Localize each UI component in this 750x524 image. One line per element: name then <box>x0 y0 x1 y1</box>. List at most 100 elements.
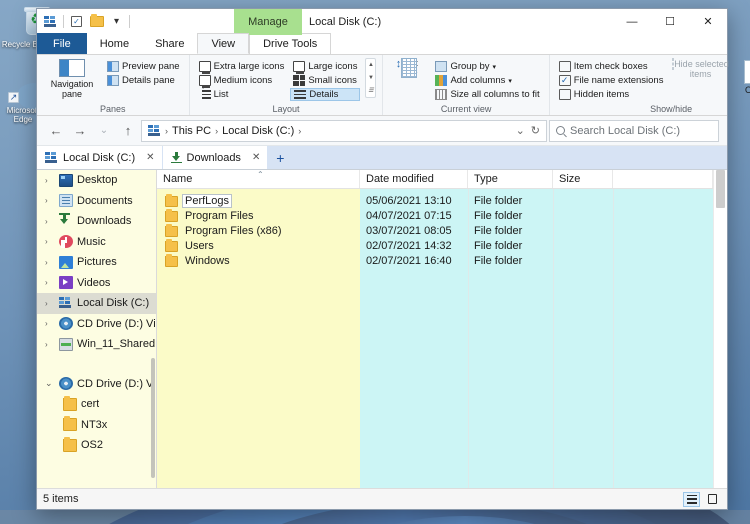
nav-item-desktop[interactable]: › Desktop <box>37 170 156 191</box>
group-by-button[interactable]: Group by ▾ <box>432 60 542 73</box>
hide-selected-items-button[interactable]: Hide selected items <box>669 58 731 79</box>
refresh-icon[interactable]: ↻ <box>531 124 540 137</box>
navigation-pane[interactable]: › Desktop › Documents › Downloads › Musi… <box>37 170 157 488</box>
ribbon-tab-home[interactable]: Home <box>87 33 142 54</box>
ribbon[interactable]: Navigation pane Preview pane Details pan… <box>37 55 750 116</box>
close-button[interactable]: ✕ <box>689 9 727 34</box>
table-row[interactable]: Users 02/07/2021 14:32 File folder <box>157 238 713 253</box>
table-row[interactable]: Program Files 04/07/2021 07:15 File fold… <box>157 208 713 223</box>
back-button[interactable]: ← <box>45 120 67 142</box>
layout-extra-large-icons[interactable]: Extra large icons <box>196 60 288 74</box>
title-bar[interactable]: ✓ ▾ Manage Local Disk (C:) — ☐ ✕ <box>37 9 727 34</box>
layout-details[interactable]: Details <box>290 88 361 101</box>
chevron-right-icon[interactable]: › <box>45 176 55 185</box>
chevron-right-icon[interactable]: › <box>45 299 55 308</box>
nav-item-local-disk-c[interactable]: › Local Disk (C:) <box>37 293 156 314</box>
file-explorer-window[interactable]: ✓ ▾ Manage Local Disk (C:) — ☐ ✕ File Ho… <box>36 8 750 510</box>
nav-item-cd-drive-d-expanded[interactable]: ⌄ CD Drive (D:) Virtua <box>37 374 156 395</box>
tab-downloads[interactable]: Downloads ✕ <box>162 146 268 169</box>
tab-close-icon[interactable]: ✕ <box>246 152 260 163</box>
item-check-boxes-checkbox[interactable]: Item check boxes <box>556 60 667 73</box>
view-toggle-group[interactable] <box>683 491 721 507</box>
breadcrumb[interactable]: › This PC › Local Disk (C:) › ⌄ ↻ <box>141 119 547 142</box>
chevron-down-icon[interactable]: ▾ <box>493 63 497 71</box>
checkbox-icon[interactable]: ✓ <box>69 14 84 29</box>
layout-large-icons[interactable]: Large icons <box>290 60 360 74</box>
address-bar[interactable]: ← → ⌄ ↑ › This PC › Local Disk (C:) › ⌄ … <box>37 116 727 146</box>
spinner-down-icon[interactable]: ▼ <box>366 72 375 84</box>
table-row[interactable]: PerfLogs 05/06/2021 13:10 File folder <box>157 193 713 208</box>
tab-close-icon[interactable]: ✕ <box>140 152 154 163</box>
breadcrumb-this-pc[interactable]: This PC <box>172 125 211 137</box>
options-button[interactable]: ✓ Options ▾ <box>734 58 750 105</box>
chevron-right-icon[interactable]: › <box>45 340 55 349</box>
drive-icon[interactable] <box>43 14 58 29</box>
hidden-items-checkbox[interactable]: Hidden items <box>556 88 667 101</box>
forward-button[interactable]: → <box>69 120 91 142</box>
nav-item-os2[interactable]: OS2 <box>37 435 156 456</box>
column-header-type[interactable]: Type <box>468 170 553 188</box>
chevron-right-icon[interactable]: › <box>45 278 55 287</box>
layout-medium-icons[interactable]: Medium icons <box>196 74 288 88</box>
quick-access-toolbar[interactable]: ✓ ▾ <box>37 9 130 34</box>
address-dropdown-icon[interactable]: ⌄ <box>516 124 525 137</box>
nav-item-pictures[interactable]: › Pictures <box>37 252 156 273</box>
table-row[interactable]: Windows 02/07/2021 16:40 File folder <box>157 253 713 268</box>
details-pane-button[interactable]: Details pane <box>104 74 183 87</box>
navigation-pane-button[interactable]: Navigation pane <box>43 58 101 99</box>
spinner-up-icon[interactable]: ▲ <box>366 59 375 71</box>
chevron-down-icon[interactable]: ▾ <box>508 77 512 85</box>
folder-icon[interactable] <box>89 14 104 29</box>
navigation-pane-scrollbar[interactable] <box>151 358 155 478</box>
tab-local-disk-c[interactable]: Local Disk (C:) ✕ <box>37 146 162 169</box>
add-columns-button[interactable]: Add columns ▾ <box>432 74 542 87</box>
maximize-button[interactable]: ☐ <box>651 9 689 34</box>
file-rows[interactable]: PerfLogs 05/06/2021 13:10 File folder Pr… <box>157 189 713 488</box>
recent-locations-button[interactable]: ⌄ <box>93 120 115 142</box>
nav-item-downloads[interactable]: › Downloads <box>37 211 156 232</box>
sort-by-button[interactable]: ↕ Sort by ▾ <box>389 58 429 80</box>
ribbon-tab-file[interactable]: File <box>37 33 87 54</box>
chevron-down-icon[interactable]: ⌄ <box>45 378 55 389</box>
scrollbar-thumb[interactable] <box>716 170 725 208</box>
nav-item-nt3x[interactable]: NT3x <box>37 415 156 436</box>
chevron-right-icon[interactable]: › <box>45 217 55 226</box>
breadcrumb-local-disk[interactable]: Local Disk (C:) <box>222 125 294 137</box>
chevron-right-icon[interactable]: › <box>45 196 55 205</box>
minimize-button[interactable]: — <box>613 9 651 34</box>
search-input[interactable]: Search Local Disk (C:) <box>549 119 719 142</box>
new-tab-button[interactable]: + <box>267 146 293 169</box>
nav-item-music[interactable]: › Music <box>37 232 156 253</box>
nav-item-win-11-shared[interactable]: › Win_11_Shared (\\ <box>37 334 156 355</box>
window-controls[interactable]: — ☐ ✕ <box>613 9 727 34</box>
tab-strip[interactable]: Local Disk (C:) ✕ Downloads ✕ + <box>37 146 727 169</box>
column-headers[interactable]: Name Date modified Type Size ⌃ <box>157 170 713 189</box>
nav-item-cd-drive-d[interactable]: › CD Drive (D:) Virtu <box>37 314 156 335</box>
chevron-down-icon[interactable]: ▾ <box>109 14 124 29</box>
layout-list[interactable]: List <box>196 86 288 101</box>
size-all-columns-button[interactable]: Size all columns to fit <box>432 88 542 101</box>
chevron-right-icon[interactable]: › <box>45 237 55 246</box>
ribbon-tab-view[interactable]: View <box>197 33 250 54</box>
nav-item-cert[interactable]: cert <box>37 394 156 415</box>
preview-pane-button[interactable]: Preview pane <box>104 60 183 73</box>
ribbon-tab-bar[interactable]: File Home Share View Drive Tools <box>37 33 727 55</box>
nav-item-documents[interactable]: › Documents <box>37 191 156 212</box>
layout-scroll-spinner[interactable]: ▲ ▼ ☰ <box>365 58 377 98</box>
large-icons-view-button[interactable] <box>704 492 721 507</box>
file-list-scrollbar[interactable] <box>713 170 727 488</box>
column-header-date-modified[interactable]: Date modified <box>360 170 468 188</box>
ribbon-tab-drive-tools[interactable]: Drive Tools <box>249 33 332 54</box>
details-view-button[interactable] <box>683 491 700 507</box>
ribbon-tab-share[interactable]: Share <box>142 33 197 54</box>
file-list-pane[interactable]: Name Date modified Type Size ⌃ PerfLogs … <box>157 170 713 488</box>
up-button[interactable]: ↑ <box>117 120 139 142</box>
nav-item-videos[interactable]: › Videos <box>37 273 156 294</box>
file-name-extensions-checkbox[interactable]: ✓ File name extensions <box>556 74 667 87</box>
chevron-right-icon[interactable]: › <box>45 258 55 267</box>
table-row[interactable]: Program Files (x86) 03/07/2021 08:05 Fil… <box>157 223 713 238</box>
layout-small-icons[interactable]: Small icons <box>290 74 360 87</box>
chevron-right-icon[interactable]: › <box>45 319 55 328</box>
column-header-size[interactable]: Size <box>553 170 613 188</box>
spinner-more-icon[interactable]: ☰ <box>366 85 375 97</box>
